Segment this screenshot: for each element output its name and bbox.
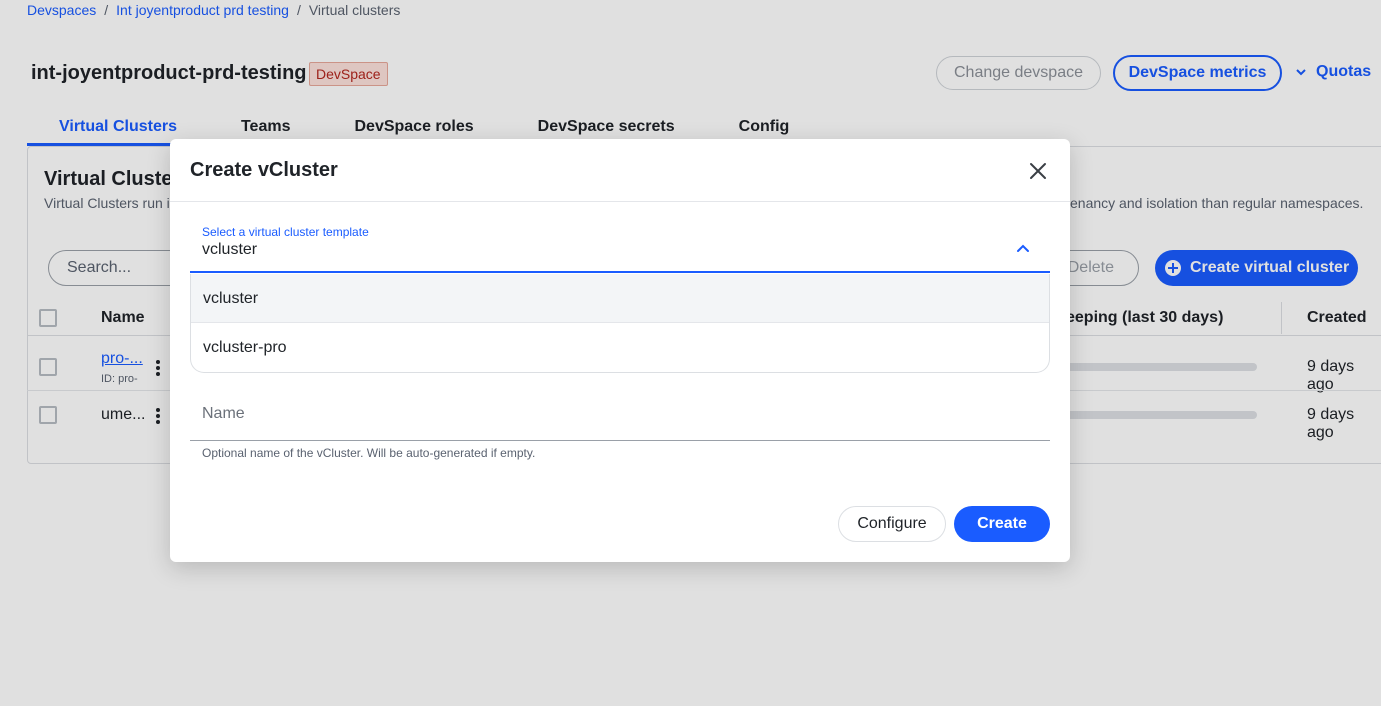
template-select-value: vcluster <box>202 241 258 258</box>
name-input[interactable] <box>202 405 1032 423</box>
template-dropdown-menu: vcluster vcluster-pro <box>190 274 1050 373</box>
dropdown-option-vcluster-pro[interactable]: vcluster-pro <box>191 323 1049 372</box>
create-vcluster-dialog: Create vCluster Select a virtual cluster… <box>170 139 1070 562</box>
create-button[interactable]: Create <box>954 506 1050 542</box>
template-select-label: Select a virtual cluster template <box>202 225 369 239</box>
close-icon <box>1030 163 1046 179</box>
chevron-up-icon[interactable] <box>1016 243 1030 253</box>
template-select[interactable]: Select a virtual cluster template vclust… <box>190 219 1050 273</box>
name-help-text: Optional name of the vCluster. Will be a… <box>202 446 536 460</box>
dialog-title: Create vCluster <box>190 159 338 181</box>
name-field[interactable] <box>190 395 1050 441</box>
configure-button[interactable]: Configure <box>838 506 946 542</box>
close-button[interactable] <box>1028 161 1048 181</box>
dropdown-option-vcluster[interactable]: vcluster <box>191 274 1049 323</box>
dialog-divider <box>170 201 1070 202</box>
